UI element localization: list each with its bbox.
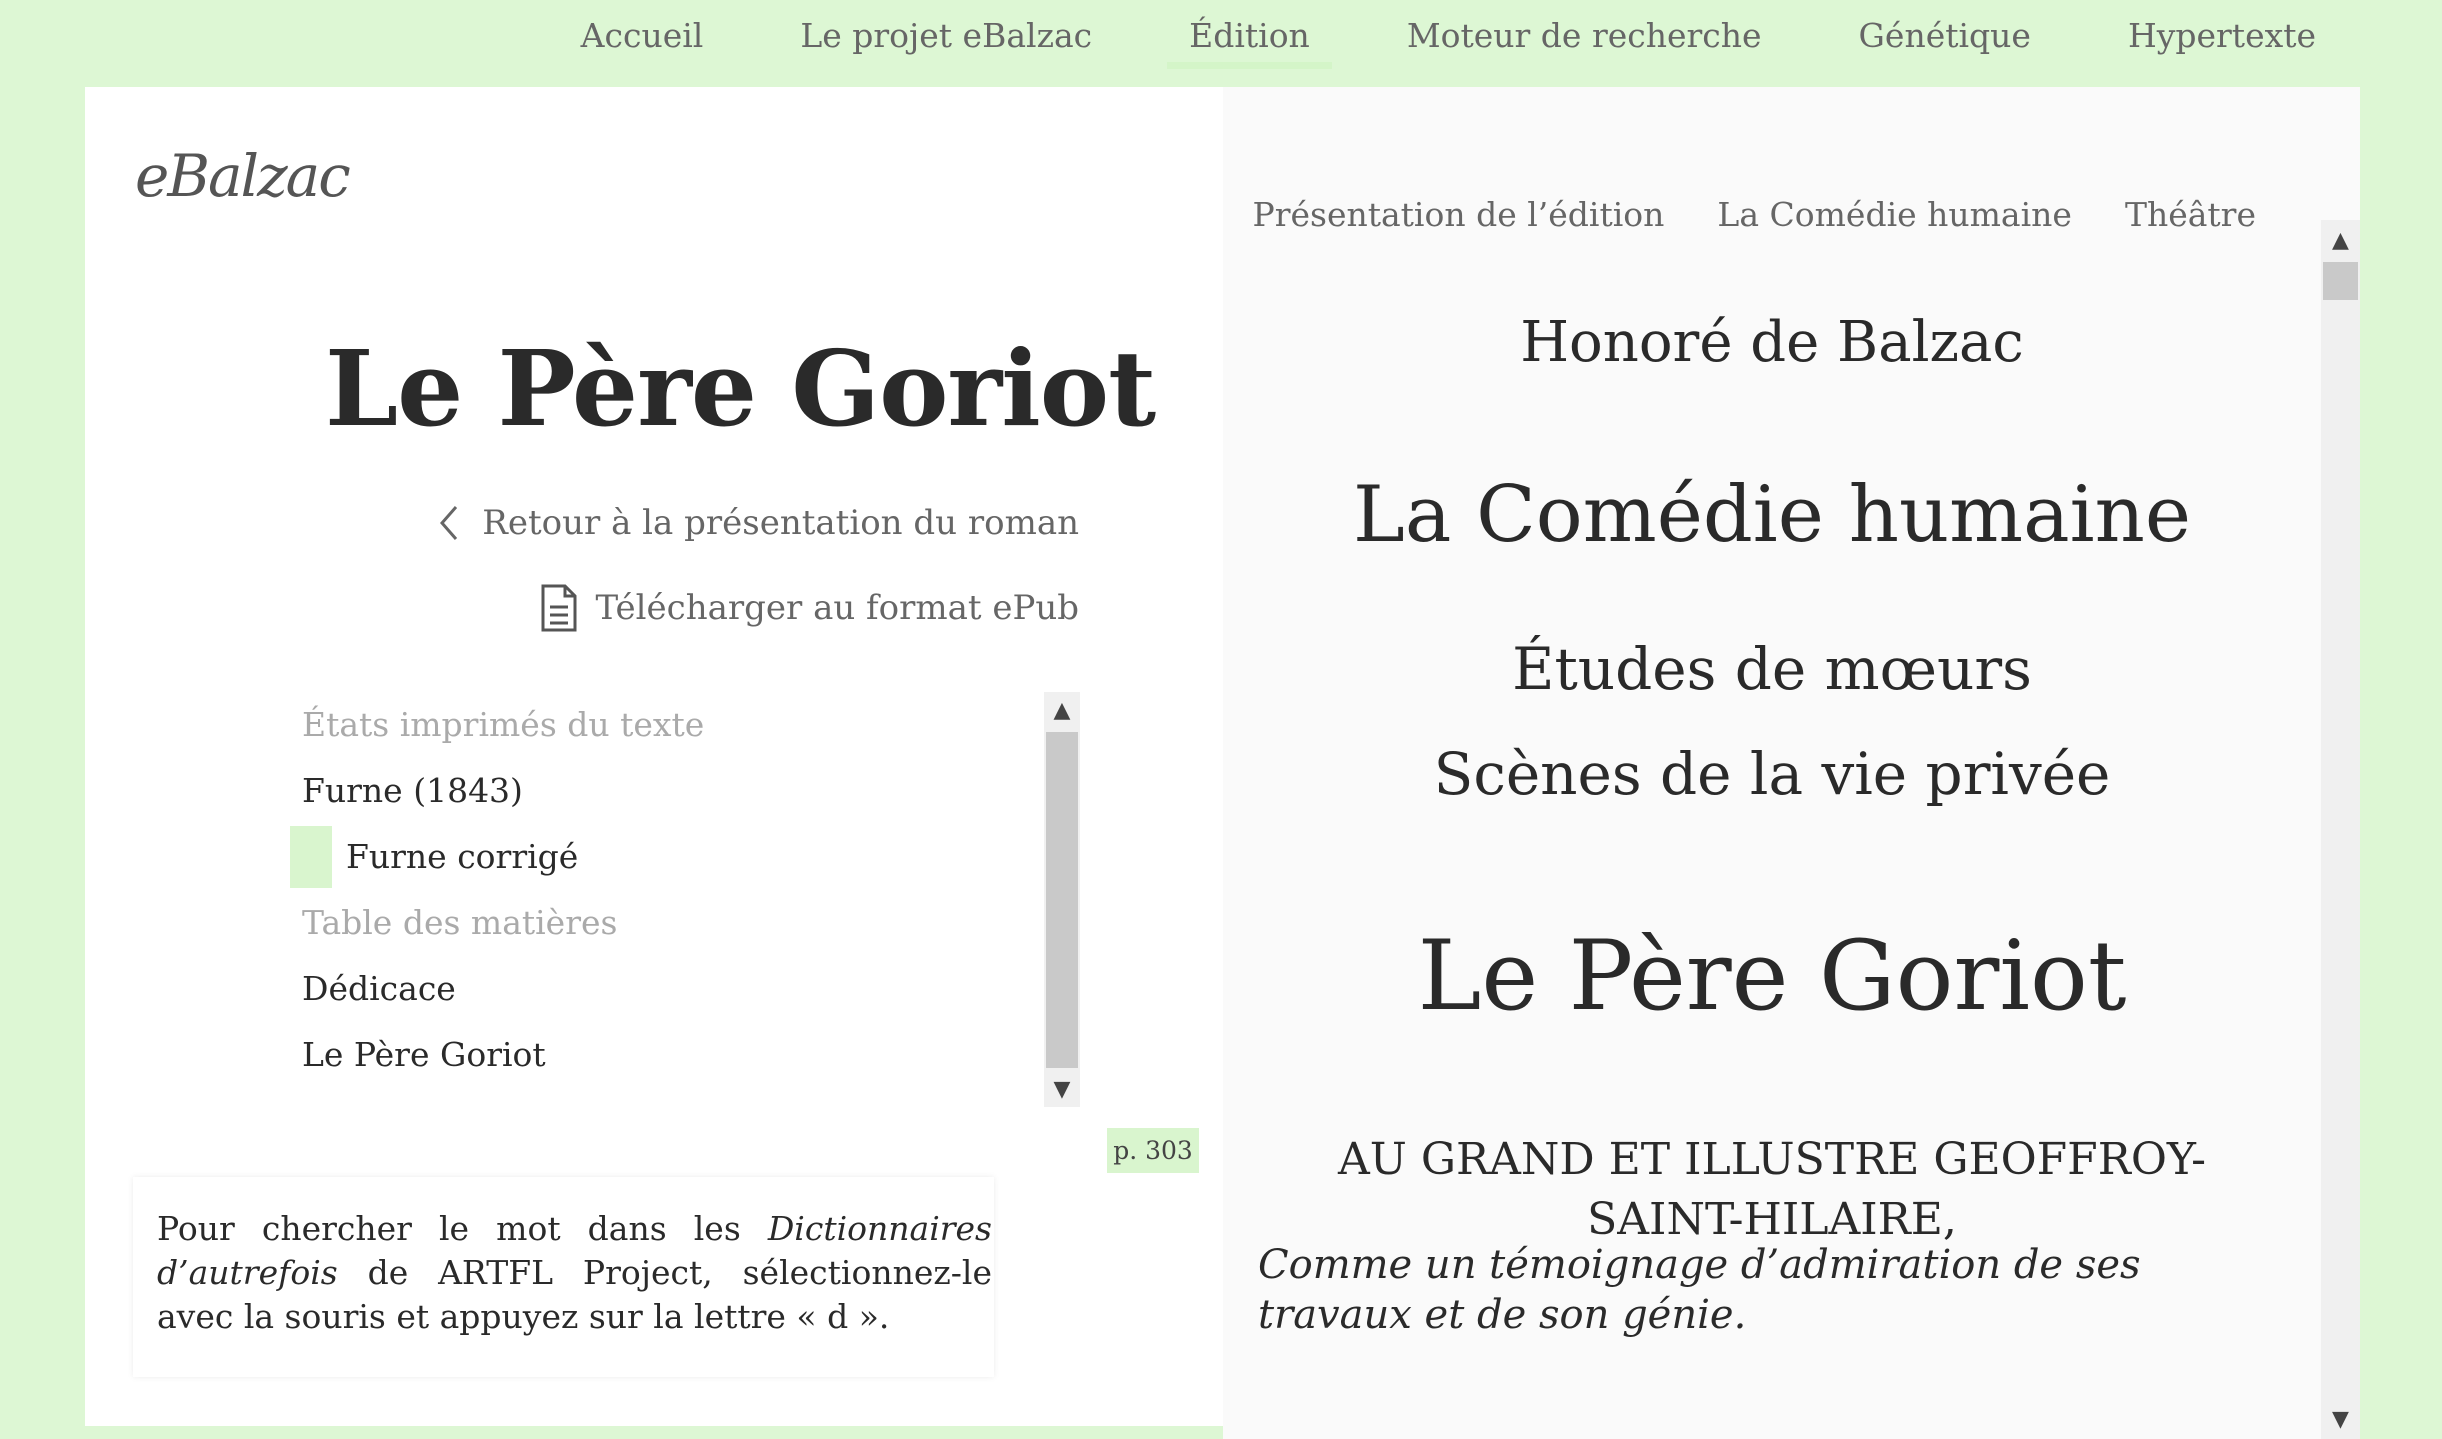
- nav-projet[interactable]: Le projet eBalzac: [778, 16, 1114, 69]
- scroll-up-icon[interactable]: ▲: [2321, 220, 2360, 260]
- toc-item-dedicace[interactable]: Dédicace: [302, 956, 1040, 1022]
- subseries-title: Scènes de la vie privée: [1433, 740, 2111, 808]
- states-heading: États imprimés du texte: [302, 705, 705, 744]
- scroll-down-icon[interactable]: ▼: [1044, 1071, 1080, 1107]
- nav-edition[interactable]: Édition: [1167, 16, 1332, 69]
- back-to-presentation-link[interactable]: Retour à la présentation du roman: [438, 503, 1079, 543]
- toc-panel: États imprimés du texte Furne (1843) Fur…: [290, 692, 1080, 1107]
- dictionary-hint: Pour chercher le mot dans les Dictionnai…: [133, 1177, 994, 1377]
- left-panel: eBalzac Le Père Goriot Retour à la prése…: [85, 87, 1223, 1426]
- text-scrollbar[interactable]: ▲ ▼: [2321, 220, 2360, 1439]
- page-title: Le Père Goriot: [325, 327, 1156, 450]
- dedication-text: Comme un témoignage d’admiration de ses …: [1258, 1242, 2141, 1338]
- state-furne-1843[interactable]: Furne (1843): [302, 758, 1040, 824]
- author-name: Honoré de Balzac: [1520, 310, 2024, 375]
- nav-hypertexte[interactable]: Hypertexte: [2106, 16, 2338, 69]
- scroll-down-icon[interactable]: ▼: [2321, 1399, 2360, 1439]
- toc-scroll-thumb[interactable]: [1046, 732, 1078, 1068]
- text-scroll-thumb[interactable]: [2323, 262, 2358, 300]
- work-title: Le Père Goriot: [1417, 920, 2127, 1032]
- toc-item-pere-goriot[interactable]: Le Père Goriot: [302, 1022, 1040, 1088]
- series-title: Études de mœurs: [1512, 635, 2032, 703]
- text-panel: Présentation de l’édition La Comédie hum…: [1223, 87, 2360, 1439]
- collection-title: La Comédie humaine: [1353, 470, 2191, 560]
- state-furne-corrige[interactable]: Furne corrigé: [290, 824, 1040, 890]
- contents-heading: Table des matières: [302, 903, 618, 942]
- logo[interactable]: eBalzac: [135, 142, 351, 210]
- back-link-label: Retour à la présentation du roman: [482, 503, 1079, 543]
- document-icon: [541, 584, 576, 632]
- page-marker: p. 303: [1107, 1128, 1199, 1173]
- nav-genetique[interactable]: Génétique: [1837, 16, 2053, 69]
- nav-moteur[interactable]: Moteur de recherche: [1385, 16, 1784, 69]
- dictionary-hint-text: Pour chercher le mot dans les Dictionnai…: [157, 1209, 992, 1336]
- chevron-left-icon: [440, 506, 458, 540]
- epub-link-label: Télécharger au format ePub: [595, 588, 1080, 628]
- reading-area: Honoré de Balzac La Comédie humaine Étud…: [1223, 220, 2321, 1439]
- dedication-heading: AU GRAND ET ILLUSTRE GEOFFROY-SAINT-HILA…: [1337, 1134, 2206, 1245]
- nav-accueil[interactable]: Accueil: [559, 16, 726, 69]
- scroll-up-icon[interactable]: ▲: [1044, 692, 1080, 728]
- epub-download-link[interactable]: Télécharger au format ePub: [540, 583, 1080, 633]
- toc-scrollbar[interactable]: ▲ ▼: [1044, 692, 1080, 1107]
- main-nav: Accueil Le projet eBalzac Édition Moteur…: [559, 16, 2338, 76]
